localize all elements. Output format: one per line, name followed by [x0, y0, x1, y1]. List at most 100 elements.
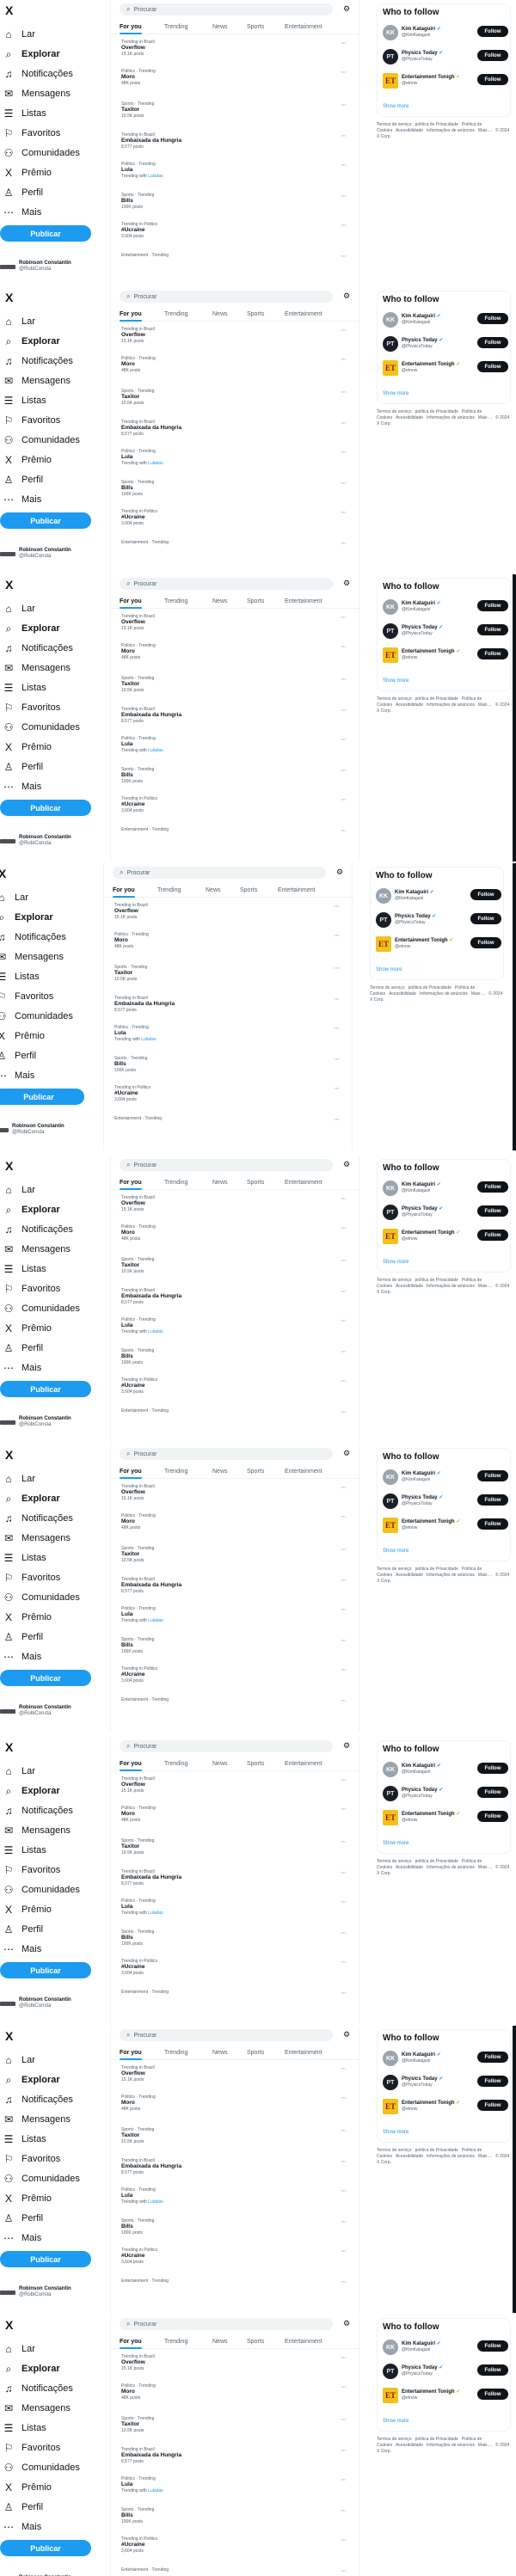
tab-trending[interactable]: Trending — [164, 1180, 187, 1186]
more-options-icon[interactable]: ⋯ — [341, 2354, 347, 2361]
trend-item[interactable]: Trending in Brazil Overflow 15.1K posts ⋯ — [121, 327, 353, 344]
trend-item[interactable]: Sports · Trending Bills 100K posts ⋯ — [121, 193, 353, 210]
more-options-icon[interactable]: ⋯ — [334, 1025, 340, 1032]
more-options-icon[interactable]: ⋯ — [341, 2127, 347, 2134]
footer-link[interactable]: Termos de serviço — [377, 1567, 412, 1572]
more-options-icon[interactable]: ⋯ — [341, 1838, 347, 1845]
tab-entertainment[interactable]: Entertainment — [285, 1761, 322, 1767]
more-options-icon[interactable]: ⋯ — [341, 2065, 347, 2072]
trend-item[interactable]: Politics · Trending Moro 48K posts ⋯ — [121, 2383, 353, 2401]
follow-button[interactable]: Follow — [477, 1811, 508, 1822]
follow-suggestion[interactable]: ET Entertainment Tonigh ✔ @etnow Follow — [383, 1227, 508, 1248]
follow-suggestion[interactable]: PT Physics Today ✔ @PhysicsToday Follow — [383, 47, 508, 68]
follow-suggestion[interactable]: PT Physics Today ✔ @PhysicsToday Follow — [383, 1203, 508, 1224]
sidebar-item-notifications[interactable]: ♫ Notificações — [0, 929, 66, 946]
sidebar-item-explore[interactable]: ⌕ Explorar — [2, 620, 60, 637]
tab-news[interactable]: News — [212, 311, 228, 317]
sidebar-item-bookmarks[interactable]: ⚐ Favoritos — [0, 988, 53, 1005]
sidebar-item-profile[interactable]: ♙ Perfil — [2, 2210, 43, 2227]
x-logo-icon[interactable]: X — [5, 578, 13, 592]
more-options-icon[interactable]: ⋯ — [334, 1056, 340, 1063]
footer-link[interactable]: Termos de serviço — [377, 696, 412, 702]
trend-item[interactable]: Entertainment · Trending ⋯ — [121, 1408, 353, 1415]
footer-link[interactable]: Termos de serviço — [377, 1859, 412, 1864]
follow-suggestion[interactable]: KK Kim Kataguiri ✔ @KimKataguiri Follow — [383, 1179, 508, 1199]
sidebar-item-home[interactable]: ⌂ Lar — [2, 2340, 35, 2358]
more-options-icon[interactable]: ⋯ — [341, 1348, 347, 1355]
sidebar-item-notifications[interactable]: ♫ Notificações — [2, 1510, 73, 1527]
trend-item[interactable]: Sports · Trending Taxitor 10.5K posts ⋯ — [121, 1257, 353, 1274]
more-options-icon[interactable]: ⋯ — [341, 643, 347, 650]
sidebar-item-notifications[interactable]: ♫ Notificações — [2, 2380, 73, 2397]
more-options-icon[interactable]: ⋯ — [341, 69, 347, 76]
follow-button[interactable]: Follow — [477, 337, 508, 348]
more-options-icon[interactable]: ⋯ — [341, 162, 347, 169]
footer-link[interactable]: política de Privacidade — [415, 1859, 458, 1864]
footer-link[interactable]: política de Privacidade — [408, 985, 452, 991]
follow-button[interactable]: Follow — [477, 2389, 508, 2400]
search-input[interactable]: ⌕ Procurar — [120, 1740, 333, 1752]
tab-trending[interactable]: Trending — [164, 311, 187, 317]
sidebar-item-lists[interactable]: ☰ Listas — [2, 679, 46, 696]
follow-button[interactable]: Follow — [477, 2052, 508, 2063]
sidebar-item-notifications[interactable]: ♫ Notificações — [2, 65, 73, 83]
footer-link[interactable]: Mais ... — [478, 1573, 492, 1578]
sidebar-item-bookmarks[interactable]: ⚐ Favoritos — [2, 1569, 61, 1586]
sidebar-item-home[interactable]: ⌂ Lar — [2, 1470, 35, 1487]
more-options-icon[interactable]: ⋯ — [341, 2279, 347, 2285]
follow-suggestion[interactable]: ET Entertainment Tonigh ✔ @etnow Follow — [383, 71, 508, 92]
footer-link[interactable]: política de Privacidade — [415, 2148, 458, 2153]
more-options-icon[interactable]: ⋯ — [341, 1869, 347, 1876]
footer-link[interactable]: Termos de serviço — [377, 2148, 412, 2153]
footer-link[interactable]: Termos de serviço — [377, 122, 412, 127]
gear-icon[interactable]: ⚙ — [343, 2030, 350, 2039]
trend-item[interactable]: Politics · Trending Lula Trending with Lul… — [121, 1317, 353, 1334]
sidebar-item-lists[interactable]: ☰ Listas — [2, 2131, 46, 2148]
show-more-link[interactable]: Show more — [383, 2130, 408, 2135]
more-options-icon[interactable]: ⋯ — [341, 222, 347, 229]
sidebar-item-bookmarks[interactable]: ⚐ Favoritos — [2, 412, 61, 429]
follow-button[interactable]: Follow — [477, 2340, 508, 2352]
trend-item[interactable]: Trending in Brazil Overflow 15.1K posts ⋯ — [121, 2065, 353, 2082]
sidebar-item-premium[interactable]: X Prêmio — [2, 1609, 52, 1626]
trend-item[interactable]: Entertainment · Trending ⋯ — [121, 2279, 353, 2285]
trend-item[interactable]: Trending in Brazil Embaixada da Hungria 8,… — [121, 2447, 353, 2464]
search-input[interactable]: ⌕ Procurar — [113, 867, 326, 879]
sidebar-item-bookmarks[interactable]: ⚐ Favoritos — [2, 1280, 61, 1297]
trend-item[interactable]: Trending in Brazil Overflow 15.1K posts ⋯ — [121, 2354, 353, 2371]
tab-for-you[interactable]: For you — [120, 2339, 142, 2349]
follow-button[interactable]: Follow — [477, 1230, 508, 1241]
follow-suggestion[interactable]: ET Entertainment Tonigh ✔ @etnow Follow — [383, 1516, 508, 1536]
follow-suggestion[interactable]: ET Entertainment Tonigh ✔ @etnow Follow — [376, 935, 501, 955]
footer-link[interactable]: Acessibilidade — [396, 702, 423, 708]
follow-suggestion[interactable]: KK Kim Kataguiri ✔ @KimKataguiri Follow — [383, 23, 508, 44]
footer-link[interactable]: política de Privacidade — [415, 409, 458, 414]
more-options-icon[interactable]: ⋯ — [341, 2095, 347, 2101]
sidebar-item-home[interactable]: ⌂ Lar — [2, 1763, 35, 1780]
trend-item[interactable]: Sports · Trending Taxitor 10.5K posts ⋯ — [121, 1546, 353, 1563]
trend-item[interactable]: Trending in Brazil Embaixada da Hungria 8,… — [121, 1288, 353, 1305]
more-options-icon[interactable]: ⋯ — [341, 2248, 347, 2254]
follow-suggestion[interactable]: PT Physics Today ✔ @PhysicsToday Follow — [383, 1492, 508, 1512]
tab-entertainment[interactable]: Entertainment — [285, 2339, 322, 2345]
sidebar-item-premium[interactable]: X Prêmio — [2, 1901, 52, 1918]
sidebar-item-premium[interactable]: X Prêmio — [2, 451, 52, 469]
sidebar-item-bookmarks[interactable]: ⚐ Favoritos — [2, 1861, 61, 1879]
show-more-link[interactable]: Show more — [383, 1841, 408, 1846]
follow-button[interactable]: Follow — [477, 313, 508, 324]
footer-link[interactable]: Acessibilidade — [396, 1573, 423, 1578]
gear-icon[interactable]: ⚙ — [343, 4, 350, 14]
publish-button[interactable]: Publicar — [0, 1089, 84, 1105]
publish-button[interactable]: Publicar — [0, 800, 91, 816]
footer-link[interactable]: Acessibilidade — [389, 991, 416, 997]
trend-item[interactable]: Sports · Trending Taxitor 10.5K posts ⋯ — [121, 2416, 353, 2433]
x-logo-icon[interactable]: X — [5, 1159, 13, 1173]
account-switcher[interactable]: Robinson Constantin@RobiConsta — [0, 2286, 71, 2298]
tab-news[interactable]: News — [212, 1761, 228, 1767]
more-options-icon[interactable]: ⋯ — [341, 2507, 347, 2514]
tab-trending[interactable]: Trending — [164, 1761, 187, 1767]
show-more-link[interactable]: Show more — [383, 104, 408, 109]
sidebar-item-messages[interactable]: ✉ Mensagens — [2, 372, 71, 389]
more-options-icon[interactable]: ⋯ — [341, 707, 347, 714]
footer-link[interactable]: Acessibilidade — [396, 2154, 423, 2159]
